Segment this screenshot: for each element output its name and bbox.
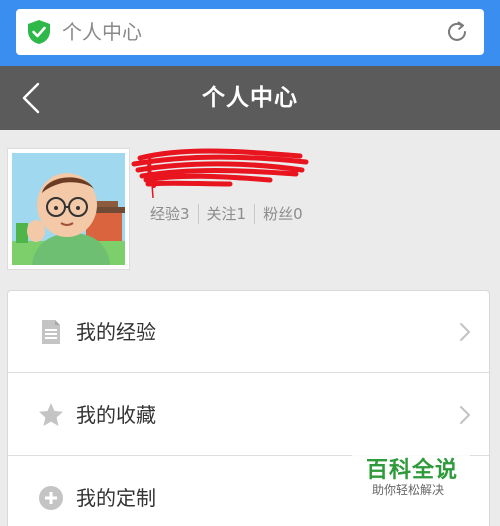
shield-check-icon — [28, 20, 50, 44]
stat-divider — [254, 204, 256, 224]
plus-circle-icon — [39, 486, 63, 510]
address-text: 个人中心 — [62, 20, 142, 44]
chevron-right-icon — [460, 323, 470, 341]
chevron-left-icon[interactable] — [14, 80, 50, 116]
watermark-subtitle: 助你轻松解决 — [372, 483, 445, 497]
browser-toolbar: 个人中心 — [0, 0, 500, 66]
redacted-username — [131, 148, 309, 199]
stat-followers[interactable]: 粉丝0 — [263, 202, 303, 226]
menu-item-label: 我的收藏 — [76, 403, 156, 427]
app-header: 个人中心 — [0, 66, 500, 130]
address-bar[interactable]: 个人中心 — [16, 9, 484, 55]
menu-item-my-experience[interactable]: 我的经验 — [8, 291, 489, 373]
reload-icon[interactable] — [444, 19, 470, 45]
profile-section: 经验3 关注1 粉丝0 — [0, 130, 500, 285]
chevron-right-icon — [460, 406, 470, 424]
menu-item-label: 我的定制 — [76, 486, 156, 510]
page-title: 个人中心 — [202, 85, 298, 111]
stat-experience[interactable]: 经验3 — [150, 202, 190, 226]
avatar[interactable] — [7, 148, 130, 270]
menu-item-my-favorites[interactable]: 我的收藏 — [8, 374, 489, 456]
watermark-title: 百科全说 — [366, 458, 459, 483]
menu-item-label: 我的经验 — [76, 320, 156, 344]
stat-following[interactable]: 关注1 — [207, 202, 247, 226]
document-icon — [42, 320, 60, 344]
user-stats: 经验3 关注1 粉丝0 — [150, 202, 303, 226]
watermark: 百科全说 助你轻松解决 — [352, 448, 470, 508]
stat-divider — [197, 204, 199, 224]
star-icon — [39, 403, 63, 426]
